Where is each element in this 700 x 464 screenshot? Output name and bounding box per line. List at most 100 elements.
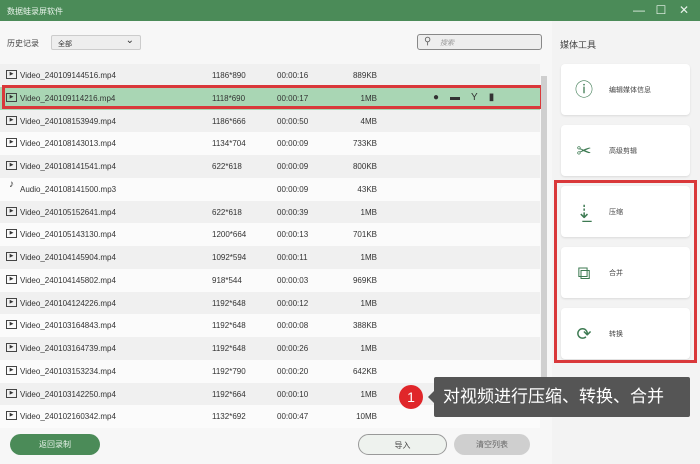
video-file-icon: ▶ — [6, 138, 17, 148]
file-size: 43KB — [357, 184, 377, 194]
file-duration: 00:00:11 — [277, 253, 308, 262]
file-name: Video_240104145904.mp4 — [20, 253, 116, 262]
file-name: Video_240105143130.mp4 — [20, 230, 116, 240]
file-resolution: 1092*594 — [212, 253, 247, 262]
tool-card[interactable]: ⓘ 编辑媒体信息 — [561, 64, 690, 115]
file-size: 1MB — [360, 207, 377, 217]
file-resolution: 1186*890 — [212, 71, 246, 80]
video-file-icon: ▶ — [6, 274, 17, 284]
history-filter-select[interactable]: 全部 ⌄ — [51, 35, 141, 50]
file-resolution: 918*544 — [212, 275, 242, 285]
file-name: Video_240104145802.mp4 — [20, 275, 116, 285]
file-row[interactable]: ▶ Video_240109144516.mp4 1186*890 00:00:16 8… — [0, 64, 540, 87]
clear-list-button[interactable]: 清空列表 — [454, 434, 530, 455]
file-resolution: 622*618 — [212, 207, 242, 217]
search-icon: ⚲ — [424, 36, 432, 47]
app-title: 数据蛙录屏软件 — [7, 7, 63, 16]
file-name: Video_240109144516.mp4 — [20, 71, 116, 80]
file-duration: 00:00:20 — [277, 366, 309, 376]
file-row[interactable]: ▶ Video_240108143013.mp4 1134*704 00:00:09 7… — [0, 132, 540, 155]
chevron-down-icon: ⌄ — [125, 35, 134, 46]
file-size: 1MB — [360, 253, 377, 262]
file-row[interactable]: ▶ Video_240105143130.mp4 1200*664 00:00:13 7… — [0, 223, 540, 246]
filter-value: 全部 — [58, 41, 72, 48]
file-duration: 00:00:47 — [277, 412, 309, 422]
file-row[interactable]: ▶ Video_240103164739.mp4 1192*648 00:00:26 1… — [0, 337, 540, 360]
file-row[interactable]: ▶ Video_240104145802.mp4 918*544 00:00:03 96… — [0, 268, 540, 292]
file-size: 889KB — [352, 71, 377, 80]
file-name: Video_240103153234.mp4 — [20, 366, 116, 376]
file-resolution: 1192*648 — [212, 344, 246, 353]
file-name: Video_240108143013.mp4 — [20, 139, 116, 149]
file-row[interactable]: ♪ Audio_240108141500.mp3 00:00:09 43KB — [0, 177, 540, 201]
file-row[interactable]: ▶ Video_240103164843.mp4 1192*648 00:00:08 3… — [0, 314, 540, 337]
file-duration: 00:00:12 — [277, 298, 309, 308]
file-duration: 00:00:16 — [277, 71, 309, 80]
file-duration: 00:00:39 — [277, 207, 309, 217]
file-size: 4MB — [360, 116, 377, 126]
file-size: 800KB — [352, 162, 377, 171]
video-file-icon: ▶ — [6, 343, 17, 352]
import-button[interactable]: 导入 — [358, 434, 447, 455]
file-duration: 00:00:08 — [277, 321, 309, 331]
file-duration: 00:00:10 — [277, 389, 309, 399]
file-name: Video_240103164739.mp4 — [20, 344, 116, 353]
file-size: 1MB — [360, 389, 377, 399]
scissors-icon: ✂ — [576, 141, 592, 161]
search-input[interactable]: ⚲ 搜索 — [417, 34, 542, 50]
maximize-button[interactable]: ☐ — [652, 2, 670, 19]
file-name: Audio_240108141500.mp3 — [20, 184, 117, 194]
file-duration: 00:00:09 — [277, 162, 309, 171]
file-row[interactable]: ▶ Video_240104124226.mp4 1192*648 00:00:12 1… — [0, 291, 540, 315]
video-file-icon: ▶ — [6, 206, 17, 216]
file-resolution: 1134*704 — [212, 139, 246, 149]
file-duration: 00:00:13 — [277, 230, 309, 240]
file-row[interactable]: ▶ Video_240105152641.mp4 622*618 00:00:39 1M… — [0, 200, 540, 224]
file-size: 642KB — [352, 366, 377, 376]
file-resolution: 1192*790 — [212, 366, 246, 376]
file-size: 733KB — [352, 139, 377, 149]
back-to-record-button[interactable]: 返回录制 — [10, 434, 100, 455]
audio-file-icon: ♪ — [9, 178, 14, 190]
file-size: 10MB — [356, 412, 377, 422]
file-name: Video_240103164843.mp4 — [20, 321, 116, 331]
step-badge: 1 — [399, 385, 423, 409]
file-row[interactable]: ▶ Video_240108141541.mp4 622*618 00:00:09 80… — [0, 155, 540, 178]
file-list: ▶ Video_240109144516.mp4 1186*890 00:00:16 8… — [0, 64, 540, 428]
file-row[interactable]: ▶ Video_240104145904.mp4 1092*594 00:00:11 1… — [0, 246, 540, 269]
annotation-callout: 对视频进行压缩、转换、合并 — [428, 377, 690, 417]
file-size: 701KB — [352, 230, 377, 240]
title-bar: 数据蛙录屏软件 — ☐ ✕ — [0, 0, 700, 21]
file-resolution: 1192*664 — [212, 389, 246, 399]
close-button[interactable]: ✕ — [675, 2, 693, 19]
file-duration: 00:00:26 — [277, 344, 309, 353]
video-file-icon: ▶ — [6, 365, 17, 375]
file-name: Video_240102160342.mp4 — [20, 412, 116, 422]
minimize-button[interactable]: — — [630, 2, 648, 19]
selected-row-highlight — [2, 85, 543, 109]
file-resolution: 1186*666 — [212, 116, 246, 126]
video-file-icon: ▶ — [6, 161, 17, 170]
video-file-icon: ▶ — [6, 70, 17, 79]
file-size: 388KB — [352, 321, 377, 331]
video-file-icon: ▶ — [6, 115, 17, 125]
file-duration: 00:00:09 — [277, 139, 309, 149]
search-placeholder: 搜索 — [440, 40, 454, 47]
video-file-icon: ▶ — [6, 229, 17, 239]
video-file-icon: ▶ — [6, 411, 17, 421]
video-file-icon: ▶ — [6, 388, 17, 398]
file-size: 969KB — [352, 275, 377, 285]
file-row[interactable]: ▶ Video_240108153949.mp4 1186*666 00:00:50 4… — [0, 109, 540, 133]
tool-label: 编辑媒体信息 — [609, 87, 651, 94]
file-resolution: 1200*664 — [212, 230, 247, 240]
file-name: Video_240105152641.mp4 — [20, 207, 116, 217]
media-tools-title: 媒体工具 — [560, 40, 597, 50]
file-duration: 00:00:50 — [277, 116, 309, 126]
tool-card[interactable]: ✂ 高级剪辑 — [561, 125, 690, 176]
file-name: Video_240108141541.mp4 — [20, 162, 116, 171]
file-resolution: 622*618 — [212, 162, 242, 171]
tool-label: 高级剪辑 — [609, 148, 637, 155]
scrollbar[interactable] — [541, 76, 547, 416]
file-duration: 00:00:03 — [277, 275, 309, 285]
video-file-icon: ▶ — [6, 320, 17, 330]
